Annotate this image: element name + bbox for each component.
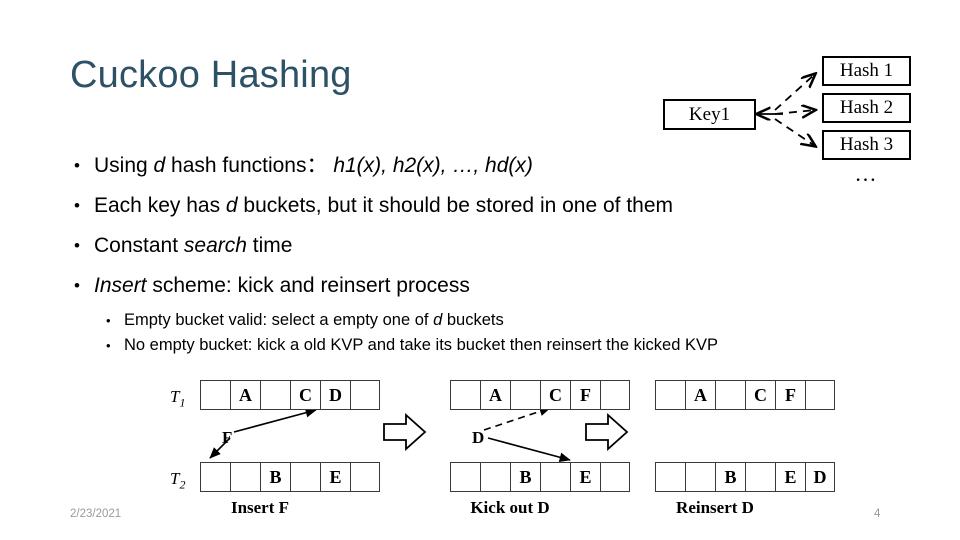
bullet-marker: • [74,276,80,295]
table-cell [685,462,715,492]
table-cell [260,380,290,410]
bullet-marker: • [106,313,111,328]
bullet-text: Insert scheme: kick and reinsert process [94,274,470,297]
table-cell: E [570,462,600,492]
bullet-item: • Insert scheme: kick and reinsert proces… [72,266,932,306]
sub-bullet-group: • Empty bucket valid: select a empty one … [72,308,932,358]
table-cell: C [290,380,320,410]
table-cell: C [745,380,775,410]
table-label-t2: T2 [170,469,186,492]
bullet-text: No empty bucket: kick a old KVP and take… [124,336,718,354]
panel-caption: Insert F [230,498,290,517]
table-cell: F [775,380,805,410]
table-cell: C [540,380,570,410]
bullet-text: Each key has d buckets, but it should be… [94,194,674,217]
table-cell [510,380,540,410]
panel-caption: Kick out D [470,498,550,517]
bullet-marker: • [74,156,80,175]
footer-page-number: 4 [874,508,881,520]
key1-box: Key1 [663,99,756,130]
slide-canvas: Cuckoo Hashing • Using d hash functions： … [0,0,960,540]
table-cell [350,380,380,410]
table-cell: E [775,462,805,492]
table-cell [230,462,260,492]
cuckoo-table-diagram: T1 T2 A C D B E F Insert F A C F B E D Kick out D ACFB… [160,376,860,521]
bullet-marker: • [106,338,111,353]
panel-caption: Reinsert D [676,498,754,517]
bullet-text: Empty bucket valid: select a empty one o… [124,311,504,329]
table-row-t2: BE [450,462,630,492]
table-cell [480,462,510,492]
table-cell [715,380,745,410]
table-row-t1: ACF [450,380,630,410]
table-cell [805,380,835,410]
table-cell [745,462,775,492]
page-title: Cuckoo Hashing [70,54,352,96]
table-cell [540,462,570,492]
bullet-marker: • [74,236,80,255]
table-cell: A [480,380,510,410]
table-cell [655,380,685,410]
moving-key-label: D [472,428,485,447]
table-cell: B [715,462,745,492]
hash1-box: Hash 1 [822,56,911,86]
bullet-item: • Constant search time [72,226,932,266]
table-cell [290,462,320,492]
table-row-t2: BE [200,462,380,492]
hash2-box: Hash 2 [822,93,911,123]
table-cell [655,462,685,492]
table-cell: A [230,380,260,410]
table-cell [200,462,230,492]
table-cell: F [570,380,600,410]
table-row-t1: ACD [200,380,380,410]
sub-bullet-item: • Empty bucket valid: select a empty one … [104,308,932,333]
table-cell: B [510,462,540,492]
table-cell [200,380,230,410]
sub-bullet-item: • No empty bucket: kick a old KVP and tak… [104,333,932,358]
bullet-marker: • [74,196,80,215]
table-panel-kickout: A C F B E D Kick out D [410,376,630,521]
table-row-t1: ACF [655,380,835,410]
table-cell: E [320,462,350,492]
table-cell: D [805,462,835,492]
hash-function-diagram: Key1 Hash 1 Hash 2 Hash 3 … [655,48,925,193]
bullet-text: Constant search time [94,234,293,257]
table-panel-reinsert: A C F B E D Reinsert D [615,376,835,521]
table-panel-insert: T1 T2 A C D B E F Insert F [160,376,380,521]
table-cell [350,462,380,492]
table-row-t2: BED [655,462,835,492]
table-cell: D [320,380,350,410]
table-cell [450,462,480,492]
moving-key-label: F [222,428,233,447]
table-cell: B [260,462,290,492]
footer-date: 2/23/2021 [70,508,122,520]
table-cell [450,380,480,410]
bullet-text: Using d hash functions： h1(x), h2(x), …,… [94,154,533,177]
table-cell: A [685,380,715,410]
table-label-t1: T1 [170,387,186,410]
hash-ellipsis: … [854,161,879,186]
hash3-box: Hash 3 [822,130,911,160]
